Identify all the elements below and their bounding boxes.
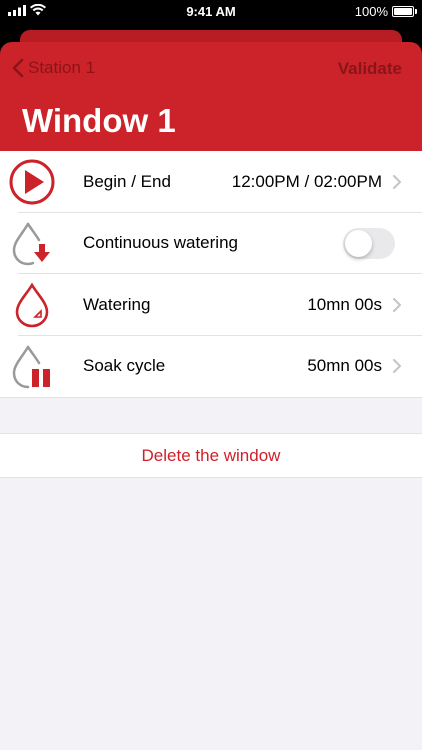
play-icon <box>8 158 56 206</box>
validate-button[interactable]: Validate <box>338 59 402 79</box>
row-continuous-watering: Continuous watering <box>0 213 422 274</box>
drop-icon <box>8 281 56 329</box>
drop-pause-icon <box>8 343 56 391</box>
list-bottom-border <box>0 397 422 398</box>
chevron-left-icon <box>12 58 24 78</box>
delete-section: Delete the window <box>0 433 422 478</box>
row-label: Watering <box>83 294 151 314</box>
toggle-knob <box>345 229 372 257</box>
navigation-header: Station 1 Validate Window 1 <box>0 42 422 151</box>
battery-tip <box>415 9 417 14</box>
drop-arrow-icon <box>8 220 56 268</box>
row-label: Soak cycle <box>83 356 166 376</box>
row-label: Continuous watering <box>83 233 238 253</box>
continuous-watering-toggle[interactable] <box>343 227 395 259</box>
delete-window-button[interactable]: Delete the window <box>142 446 281 466</box>
row-begin-end[interactable]: Begin / End 12:00PM / 02:00PM <box>0 151 422 213</box>
battery-icon <box>392 6 414 17</box>
row-value: 50mn 00s <box>307 356 382 376</box>
page-title: Window 1 <box>22 102 176 139</box>
row-value: 10mn 00s <box>307 294 382 314</box>
chevron-right-icon <box>393 359 401 374</box>
row-watering[interactable]: Watering 10mn 00s <box>0 274 422 336</box>
settings-list: Begin / End 12:00PM / 02:00PM Continuous… <box>0 151 422 398</box>
back-button[interactable]: Station 1 <box>12 58 95 78</box>
row-soak-cycle[interactable]: Soak cycle 50mn 00s <box>0 336 422 398</box>
battery-percentage: 100% <box>354 4 388 19</box>
status-bar: 9:41 AM 100% <box>0 0 422 22</box>
row-value: 12:00PM / 02:00PM <box>231 171 382 191</box>
chevron-right-icon <box>393 174 401 189</box>
chevron-right-icon <box>393 297 401 312</box>
back-button-label: Station 1 <box>28 58 96 77</box>
row-label: Begin / End <box>83 171 171 191</box>
